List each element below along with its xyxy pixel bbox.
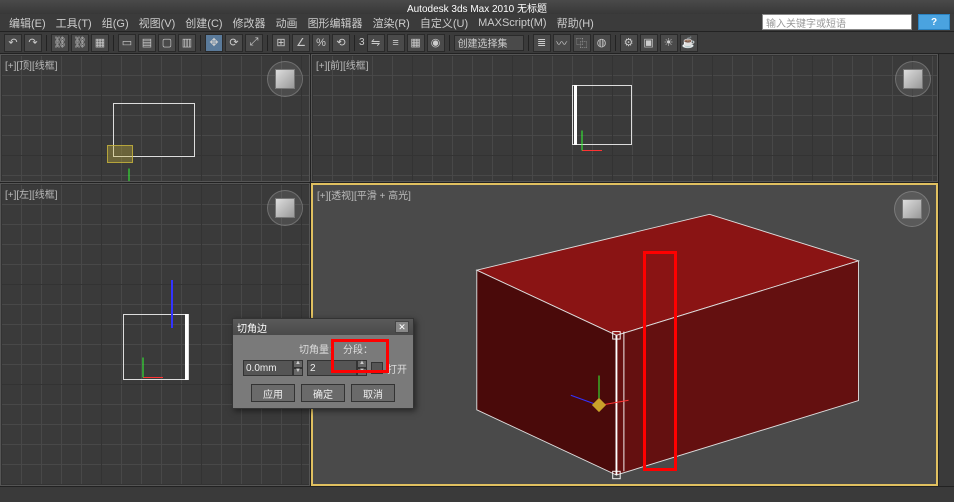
axis-tripod-icon bbox=[129, 163, 155, 182]
status-bar bbox=[0, 486, 954, 502]
menu-edit[interactable]: 编辑(E) bbox=[6, 15, 49, 31]
render-frame-icon[interactable]: ▣ bbox=[640, 34, 658, 52]
axis-z bbox=[171, 280, 173, 328]
selection-set-label: 创建选择集 bbox=[458, 35, 508, 50]
viewport-left-label: [+][左][线框] bbox=[5, 186, 58, 201]
apply-button[interactable]: 应用 bbox=[251, 384, 295, 402]
main-toolbar: ↶ ↷ ⛓ ⛓ ▦ ▭ ▤ ▢ ▥ ✥ ⟳ ⤢ ⊞ ∠ % ⟲ 3 ⇋ ≡ ▦ … bbox=[0, 32, 954, 54]
toolbar-numeric: 3 bbox=[359, 37, 365, 48]
box-object[interactable] bbox=[433, 205, 893, 475]
chamfer-amount-spinner[interactable]: ▲▼ bbox=[243, 360, 303, 376]
snap-icon[interactable]: ⊞ bbox=[272, 34, 290, 52]
selection-set-combo[interactable]: 创建选择集 bbox=[454, 35, 524, 51]
viewport-top-label: [+][顶][线框] bbox=[5, 57, 58, 72]
title-bar: Autodesk 3ds Max 2010 无标题 bbox=[0, 0, 954, 14]
teapot-icon[interactable]: ☕ bbox=[680, 34, 698, 52]
viewport-top[interactable]: [+][顶][线框] bbox=[0, 54, 310, 182]
menu-graph-editors[interactable]: 图形编辑器 bbox=[305, 15, 366, 31]
ok-button[interactable]: 确定 bbox=[301, 384, 345, 402]
angle-snap-icon[interactable]: ∠ bbox=[292, 34, 310, 52]
help-icon[interactable]: ? bbox=[918, 14, 950, 30]
menu-create[interactable]: 创建(C) bbox=[182, 15, 225, 31]
axis-tripod-icon bbox=[582, 125, 608, 151]
curve-editor-icon[interactable]: 〰 bbox=[553, 34, 571, 52]
render-setup-icon[interactable]: ⚙ bbox=[620, 34, 638, 52]
bind-icon[interactable]: ▦ bbox=[91, 34, 109, 52]
mirror-icon[interactable]: ⇋ bbox=[367, 34, 385, 52]
chamfer-amount-input[interactable] bbox=[243, 360, 293, 376]
menu-help[interactable]: 帮助(H) bbox=[554, 15, 597, 31]
menu-modifiers[interactable]: 修改器 bbox=[230, 15, 269, 31]
percent-snap-icon[interactable]: % bbox=[312, 34, 330, 52]
search-placeholder: 输入关键字或短语 bbox=[766, 15, 846, 30]
undo-icon[interactable]: ↶ bbox=[4, 34, 22, 52]
array-icon[interactable]: ▦ bbox=[407, 34, 425, 52]
cancel-button[interactable]: 取消 bbox=[351, 384, 395, 402]
select-region-icon[interactable]: ▢ bbox=[158, 34, 176, 52]
rotate-icon[interactable]: ⟳ bbox=[225, 34, 243, 52]
select-name-icon[interactable]: ▤ bbox=[138, 34, 156, 52]
menu-maxscript[interactable]: MAXScript(M) bbox=[475, 17, 549, 29]
dialog-titlebar[interactable]: 切角边 ✕ bbox=[233, 319, 413, 335]
move-gizmo-icon[interactable] bbox=[599, 365, 639, 405]
viewport-persp-label: [+][透视][平滑 + 高光] bbox=[317, 187, 411, 202]
spinner-snap-icon[interactable]: ⟲ bbox=[332, 34, 350, 52]
dialog-title: 切角边 bbox=[237, 320, 267, 335]
menu-group[interactable]: 组(G) bbox=[99, 15, 132, 31]
menu-tools[interactable]: 工具(T) bbox=[53, 15, 95, 31]
link-icon[interactable]: ⛓ bbox=[51, 34, 69, 52]
viewport-front[interactable]: [+][前][线框] bbox=[311, 54, 938, 182]
selected-edge bbox=[574, 85, 577, 145]
close-icon[interactable]: ✕ bbox=[395, 321, 409, 333]
axis-tripod-icon bbox=[143, 352, 169, 378]
scale-icon[interactable]: ⤢ bbox=[245, 34, 263, 52]
menu-customize[interactable]: 自定义(U) bbox=[417, 15, 471, 31]
material-icon[interactable]: ◍ bbox=[593, 34, 611, 52]
app-title: Autodesk 3ds Max 2010 无标题 bbox=[407, 0, 547, 15]
align-icon[interactable]: ≡ bbox=[387, 34, 405, 52]
chamfer-edges-dialog: 切角边 ✕ 切角量： 分段： ▲▼ ▲▼ 打开 应用 确定 取消 bbox=[232, 318, 414, 409]
snapshot-icon[interactable]: ◉ bbox=[427, 34, 445, 52]
schematic-icon[interactable]: ⿻ bbox=[573, 34, 591, 52]
select-filter-icon[interactable]: ▥ bbox=[178, 34, 196, 52]
unlink-icon[interactable]: ⛓ bbox=[71, 34, 89, 52]
viewcube-icon[interactable] bbox=[895, 61, 931, 97]
selection-highlight bbox=[107, 145, 133, 163]
viewport-front-label: [+][前][线框] bbox=[316, 57, 369, 72]
command-panel-strip[interactable] bbox=[938, 54, 954, 486]
menu-animation[interactable]: 动画 bbox=[273, 15, 301, 31]
search-input[interactable]: 输入关键字或短语 bbox=[762, 14, 912, 30]
render-icon[interactable]: ☀ bbox=[660, 34, 678, 52]
annotation-segments bbox=[331, 339, 389, 373]
viewcube-icon[interactable] bbox=[267, 190, 303, 226]
spinner-up-icon[interactable]: ▲ bbox=[293, 360, 303, 368]
move-icon[interactable]: ✥ bbox=[205, 34, 223, 52]
spinner-down-icon[interactable]: ▼ bbox=[293, 368, 303, 376]
redo-icon[interactable]: ↷ bbox=[24, 34, 42, 52]
menu-view[interactable]: 视图(V) bbox=[136, 15, 179, 31]
viewcube-icon[interactable] bbox=[267, 61, 303, 97]
open-label: 打开 bbox=[387, 361, 407, 376]
menu-rendering[interactable]: 渲染(R) bbox=[370, 15, 413, 31]
selected-edge bbox=[185, 314, 188, 380]
select-object-icon[interactable]: ▭ bbox=[118, 34, 136, 52]
layer-icon[interactable]: ≣ bbox=[533, 34, 551, 52]
viewports: [+][顶][线框] [+][前][线框] [+][左][线框] [+][透视]… bbox=[0, 54, 938, 486]
viewcube-icon[interactable] bbox=[894, 191, 930, 227]
